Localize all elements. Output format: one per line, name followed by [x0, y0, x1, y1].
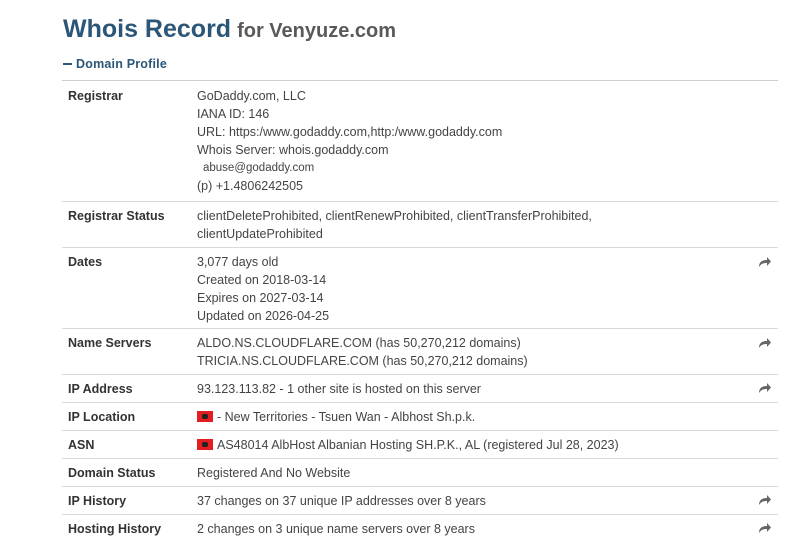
- registrar-value: GoDaddy.com, LLC IANA ID: 146 URL: https…: [197, 87, 778, 201]
- row-domain-status: Domain Status Registered And No Website: [62, 459, 778, 487]
- name-server-1[interactable]: ALDO.NS.CLOUDFLARE.COM (has 50,270,212 d…: [197, 334, 778, 352]
- dates-updated: Updated on 2026-04-25: [197, 309, 330, 323]
- registrar-phone: (p) +1.4806242505: [197, 179, 303, 193]
- registrar-iana: IANA ID: 146: [197, 107, 270, 121]
- registrar-status-line-2: clientUpdateProhibited: [197, 227, 323, 241]
- registrar-name: GoDaddy.com, LLC: [197, 89, 306, 103]
- name-servers-label: Name Servers: [68, 336, 152, 350]
- page-title-main: Whois Record: [63, 15, 232, 43]
- dates-label: Dates: [68, 255, 103, 269]
- registrar-whois-server: Whois Server: whois.godaddy.com: [197, 143, 389, 157]
- registrar-label: Registrar: [68, 89, 123, 103]
- row-name-servers: Name Servers ALDO.NS.CLOUDFLARE.COM (has…: [62, 329, 778, 375]
- domain-profile-toggle[interactable]: Domain Profile: [63, 57, 167, 71]
- row-registrar: Registrar GoDaddy.com, LLC IANA ID: 146 …: [62, 81, 778, 202]
- registrar-abuse-email: abuse@godaddy.com: [203, 162, 315, 174]
- share-arrow-icon[interactable]: [758, 336, 772, 350]
- row-ip-location: IP Location - New Territories - Tsuen Wa…: [62, 403, 778, 431]
- collapse-minus-icon: [63, 62, 72, 65]
- ip-location-value: - New Territories - Tsuen Wan - Albhost …: [197, 408, 778, 430]
- row-registrar-status: Registrar Status clientDeleteProhibited,…: [62, 202, 778, 248]
- ip-address-label: IP Address: [68, 382, 133, 396]
- asn-value: AS48014 AlbHost Albanian Hosting SH.P.K.…: [197, 436, 778, 458]
- asn-text: AS48014 AlbHost Albanian Hosting SH.P.K.…: [217, 438, 619, 452]
- row-hosting-history: Hosting History 2 changes on 3 unique na…: [62, 515, 778, 543]
- row-asn: ASN AS48014 AlbHost Albanian Hosting SH.…: [62, 431, 778, 459]
- name-servers-value: ALDO.NS.CLOUDFLARE.COM (has 50,270,212 d…: [197, 334, 778, 374]
- albania-flag-icon: [197, 411, 213, 422]
- domain-status-label: Domain Status: [68, 466, 156, 480]
- hosting-history-label: Hosting History: [68, 522, 162, 536]
- ip-location-text: - New Territories - Tsuen Wan - Albhost …: [217, 410, 476, 424]
- registrar-status-label: Registrar Status: [68, 209, 165, 223]
- share-arrow-icon[interactable]: [758, 521, 772, 535]
- domain-profile-label: Domain Profile: [76, 57, 168, 71]
- dates-value: 3,077 days old Created on 2018-03-14 Exp…: [197, 253, 778, 328]
- ip-location-label: IP Location: [68, 410, 136, 424]
- registrar-url: URL: https:/www.godaddy.com,http:/www.go…: [197, 125, 503, 139]
- share-arrow-icon[interactable]: [758, 381, 772, 395]
- dates-age: 3,077 days old: [197, 255, 279, 269]
- dates-expires: Expires on 2027-03-14: [197, 291, 324, 305]
- row-ip-address: IP Address 93.123.113.82 - 1 other site …: [62, 375, 778, 403]
- ip-address-value: 93.123.113.82 - 1 other site is hosted o…: [197, 382, 481, 396]
- share-arrow-icon[interactable]: [758, 255, 772, 269]
- registrar-status-value: clientDeleteProhibited, clientRenewProhi…: [197, 207, 778, 247]
- domain-profile-table: Registrar GoDaddy.com, LLC IANA ID: 146 …: [62, 80, 778, 543]
- row-dates: Dates 3,077 days old Created on 2018-03-…: [62, 248, 778, 329]
- page-title-domain: for Venyuze.com: [237, 20, 397, 42]
- name-server-2[interactable]: TRICIA.NS.CLOUDFLARE.COM (has 50,270,212…: [197, 352, 778, 370]
- albania-flag-icon: [197, 439, 213, 450]
- ip-history-value: 37 changes on 37 unique IP addresses ove…: [197, 494, 486, 508]
- asn-label: ASN: [68, 438, 95, 452]
- page-title: Whois Record for Venyuze.com: [63, 8, 396, 45]
- ip-history-label: IP History: [68, 494, 127, 508]
- share-arrow-icon[interactable]: [758, 493, 772, 507]
- registrar-status-line-1: clientDeleteProhibited, clientRenewProhi…: [197, 209, 592, 223]
- domain-status-value: Registered And No Website: [197, 466, 351, 480]
- hosting-history-value: 2 changes on 3 unique name servers over …: [197, 522, 475, 536]
- dates-created: Created on 2018-03-14: [197, 273, 327, 287]
- row-ip-history: IP History 37 changes on 37 unique IP ad…: [62, 487, 778, 515]
